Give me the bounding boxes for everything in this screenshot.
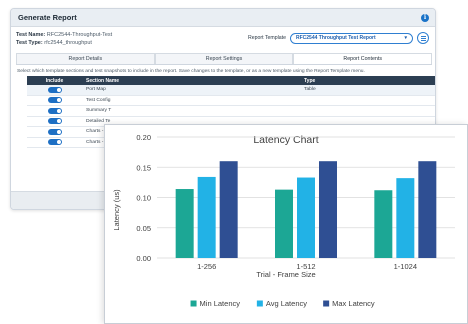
report-template-row: Report Template RFC2544 Throughput Test … bbox=[248, 32, 429, 44]
section-name: Port Map bbox=[86, 87, 106, 93]
bar-min-latency bbox=[374, 190, 393, 258]
legend-label: Min Latency bbox=[200, 299, 241, 308]
legend-label: Max Latency bbox=[332, 299, 375, 308]
bar-min-latency bbox=[275, 189, 293, 258]
legend-swatch bbox=[256, 300, 263, 307]
col-section-name[interactable]: Section Name bbox=[82, 76, 300, 85]
bar-max-latency bbox=[219, 161, 238, 258]
x-tick-label: 1-1024 bbox=[394, 262, 417, 271]
table-row[interactable]: Summary T bbox=[27, 106, 435, 117]
section-type: Table bbox=[304, 87, 316, 93]
tab-report-details[interactable]: Report Details bbox=[16, 53, 155, 64]
include-toggle[interactable] bbox=[47, 97, 62, 104]
y-tick-label: 0.00 bbox=[136, 254, 151, 263]
include-toggle[interactable] bbox=[47, 118, 62, 125]
include-toggle[interactable] bbox=[47, 86, 62, 93]
table-row[interactable]: Port Map Table bbox=[27, 85, 435, 96]
table-row[interactable]: Test Config bbox=[27, 95, 435, 106]
legend-label: Avg Latency bbox=[266, 299, 307, 308]
legend-swatch bbox=[190, 300, 197, 307]
test-type-label: Test Type: bbox=[16, 40, 43, 46]
bar-avg-latency bbox=[396, 178, 415, 258]
report-template-value: RFC2544 Throughput Test Report bbox=[296, 35, 376, 41]
chart-title: Latency Chart bbox=[253, 134, 318, 146]
legend-swatch bbox=[323, 300, 330, 307]
bar-max-latency bbox=[418, 161, 437, 258]
section-type bbox=[300, 106, 435, 116]
dialog-header: Generate Report i bbox=[11, 9, 435, 27]
section-name: Summary T bbox=[86, 108, 112, 114]
y-tick-label: 0.05 bbox=[136, 224, 151, 233]
include-toggle[interactable] bbox=[47, 128, 62, 135]
scroll-up-arrow-icon[interactable]: ▲ bbox=[435, 85, 436, 91]
include-toggle[interactable] bbox=[47, 107, 62, 114]
col-type[interactable]: Type bbox=[300, 76, 435, 85]
bar-avg-latency bbox=[197, 176, 216, 258]
y-axis-label: Latency (us) bbox=[112, 189, 121, 231]
y-tick-label: 0.10 bbox=[136, 194, 151, 203]
test-meta: Test Name: RFC2544-Throughput-Test Test … bbox=[16, 31, 112, 47]
bar-max-latency bbox=[319, 161, 337, 258]
tab-report-settings[interactable]: Report Settings bbox=[154, 53, 294, 64]
table-header: Include Section Name Type bbox=[27, 76, 435, 85]
section-type bbox=[300, 96, 435, 106]
include-toggle[interactable] bbox=[47, 139, 62, 146]
section-name: Test Config bbox=[86, 97, 111, 103]
bar-min-latency bbox=[175, 189, 194, 258]
chevron-down-icon: ▾ bbox=[404, 35, 407, 41]
bar-avg-latency bbox=[297, 177, 315, 258]
tab-report-contents[interactable]: Report Contents bbox=[293, 53, 433, 64]
report-tabs: Report Details Report Settings Report Co… bbox=[16, 53, 433, 65]
test-type-value: rfc2544_throughput bbox=[44, 40, 92, 46]
test-name-value: RFC2544-Throughput-Test bbox=[46, 32, 113, 38]
x-tick-label: 1-256 bbox=[197, 262, 216, 271]
test-name-label: Test Name: bbox=[16, 32, 46, 38]
col-include[interactable]: Include bbox=[27, 76, 82, 85]
report-template-label: Report Template bbox=[248, 35, 286, 41]
latency-chart: Latency Chart 0.00 0.05 0.10 0.15 0.20 1-256… bbox=[112, 133, 455, 308]
latency-chart-window: Latency Chart 0.00 0.05 0.10 0.15 0.20 1-256… bbox=[104, 124, 468, 324]
info-icon[interactable]: i bbox=[421, 13, 429, 22]
report-template-select[interactable]: RFC2544 Throughput Test Report ▾ bbox=[290, 32, 413, 44]
template-menu-icon[interactable] bbox=[417, 32, 429, 44]
y-tick-label: 0.20 bbox=[136, 133, 151, 142]
contents-hint: Select which template sections and test … bbox=[17, 69, 365, 74]
x-axis-label: Trial - Frame Size bbox=[256, 270, 315, 279]
dialog-title: Generate Report bbox=[18, 13, 77, 22]
y-tick-label: 0.15 bbox=[136, 163, 151, 172]
